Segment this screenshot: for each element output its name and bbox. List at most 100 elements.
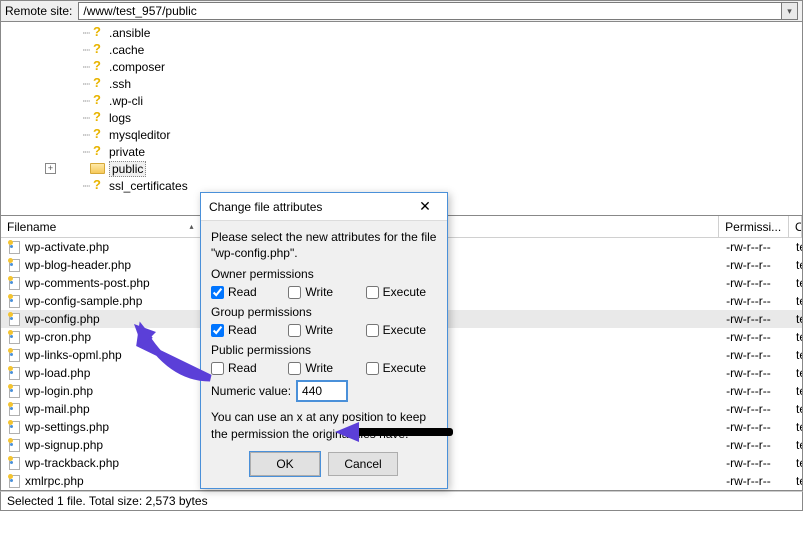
file-permissions: -rw-r--r-- bbox=[720, 258, 790, 272]
tree-item[interactable]: ┈logs bbox=[1, 109, 802, 126]
file-owner: test ww... bbox=[790, 384, 802, 398]
php-file-icon bbox=[7, 330, 21, 344]
file-name: wp-login.php bbox=[25, 384, 93, 398]
folder-open-icon bbox=[90, 163, 105, 174]
dialog-titlebar[interactable]: Change file attributes ✕ bbox=[201, 193, 447, 221]
file-owner: test ww... bbox=[790, 330, 802, 344]
tree-item[interactable]: ┈.wp-cli bbox=[1, 92, 802, 109]
tree-item-label: .wp-cli bbox=[109, 94, 143, 108]
folder-unknown-icon bbox=[91, 112, 105, 124]
remote-path-dropdown[interactable]: ▾ bbox=[782, 2, 798, 20]
file-name: wp-settings.php bbox=[25, 420, 109, 434]
tree-item[interactable]: ┈.ansible bbox=[1, 24, 802, 41]
owner-read-checkbox[interactable]: Read bbox=[211, 285, 282, 299]
folder-unknown-icon bbox=[91, 27, 105, 39]
file-permissions: -rw-r--r-- bbox=[720, 348, 790, 362]
public-write-checkbox[interactable]: Write bbox=[288, 361, 359, 375]
tree-item[interactable]: ┈mysqleditor bbox=[1, 126, 802, 143]
file-permissions: -rw-r--r-- bbox=[720, 366, 790, 380]
remote-tree[interactable]: ┈.ansible┈.cache┈.composer┈.ssh┈.wp-cli┈… bbox=[0, 22, 803, 216]
php-file-icon bbox=[7, 402, 21, 416]
remote-path-input[interactable]: /www/test_957/public bbox=[78, 2, 782, 20]
tree-item[interactable]: ┈.ssh bbox=[1, 75, 802, 92]
folder-unknown-icon bbox=[91, 180, 105, 192]
col-owner[interactable]: Owner/G... bbox=[789, 216, 802, 237]
folder-unknown-icon bbox=[91, 44, 105, 56]
file-name: wp-mail.php bbox=[25, 402, 90, 416]
file-name: wp-config-sample.php bbox=[25, 294, 142, 308]
file-owner: test ww... bbox=[790, 438, 802, 452]
folder-unknown-icon bbox=[91, 61, 105, 73]
folder-unknown-icon bbox=[91, 129, 105, 141]
file-permissions: -rw-r--r-- bbox=[720, 240, 790, 254]
file-name: xmlrpc.php bbox=[25, 474, 84, 488]
dialog-message: Please select the new attributes for the… bbox=[211, 229, 437, 261]
file-owner: test ww... bbox=[790, 312, 802, 326]
file-owner: test ww... bbox=[790, 294, 802, 308]
tree-item-label: public bbox=[109, 161, 146, 177]
ok-button[interactable]: OK bbox=[250, 452, 320, 476]
group-execute-checkbox[interactable]: Execute bbox=[366, 323, 437, 337]
col-permissions[interactable]: Permissi... bbox=[719, 216, 789, 237]
tree-item[interactable]: ┈.cache bbox=[1, 41, 802, 58]
folder-unknown-icon bbox=[91, 146, 105, 158]
file-name: wp-blog-header.php bbox=[25, 258, 131, 272]
php-file-icon bbox=[7, 276, 21, 290]
close-icon[interactable]: ✕ bbox=[411, 197, 439, 217]
php-file-icon bbox=[7, 348, 21, 362]
col-filename[interactable]: Filename ▴ bbox=[1, 216, 201, 237]
file-permissions: -rw-r--r-- bbox=[720, 420, 790, 434]
group-read-checkbox[interactable]: Read bbox=[211, 323, 282, 337]
file-name: wp-comments-post.php bbox=[25, 276, 150, 290]
public-read-checkbox[interactable]: Read bbox=[211, 361, 282, 375]
cancel-button[interactable]: Cancel bbox=[328, 452, 398, 476]
tree-item-label: .ssh bbox=[109, 77, 131, 91]
remote-site-label: Remote site: bbox=[5, 4, 72, 18]
file-permissions: -rw-r--r-- bbox=[720, 456, 790, 470]
file-permissions: -rw-r--r-- bbox=[720, 402, 790, 416]
tree-item-label: .composer bbox=[109, 60, 165, 74]
owner-execute-checkbox[interactable]: Execute bbox=[366, 285, 437, 299]
file-permissions: -rw-r--r-- bbox=[720, 294, 790, 308]
file-name: wp-config.php bbox=[25, 312, 100, 326]
file-owner: test ww... bbox=[790, 420, 802, 434]
file-name: wp-links-opml.php bbox=[25, 348, 122, 362]
file-permissions: -rw-r--r-- bbox=[720, 384, 790, 398]
file-owner: test ww... bbox=[790, 474, 802, 488]
tree-item-label: .ansible bbox=[109, 26, 150, 40]
file-permissions: -rw-r--r-- bbox=[720, 312, 790, 326]
php-file-icon bbox=[7, 258, 21, 272]
public-perms-label: Public permissions bbox=[211, 343, 437, 357]
remote-site-bar: Remote site: /www/test_957/public ▾ bbox=[0, 0, 803, 22]
numeric-value-input[interactable] bbox=[297, 381, 347, 401]
folder-unknown-icon bbox=[91, 95, 105, 107]
file-owner: test ww... bbox=[790, 456, 802, 470]
tree-item-label: ssl_certificates bbox=[109, 179, 188, 193]
php-file-icon bbox=[7, 384, 21, 398]
tree-item[interactable]: ┈.composer bbox=[1, 58, 802, 75]
tree-item-label: .cache bbox=[109, 43, 144, 57]
tree-item-label: logs bbox=[109, 111, 131, 125]
tree-item-label: private bbox=[109, 145, 145, 159]
sort-indicator-icon: ▴ bbox=[189, 222, 193, 231]
public-execute-checkbox[interactable]: Execute bbox=[366, 361, 437, 375]
tree-item[interactable]: ┈private bbox=[1, 143, 802, 160]
dialog-hint: You can use an x at any position to keep… bbox=[211, 409, 437, 441]
file-name: wp-signup.php bbox=[25, 438, 103, 452]
dialog-title: Change file attributes bbox=[209, 200, 411, 214]
group-write-checkbox[interactable]: Write bbox=[288, 323, 359, 337]
expand-icon[interactable]: + bbox=[45, 163, 56, 174]
file-name: wp-cron.php bbox=[25, 330, 91, 344]
owner-write-checkbox[interactable]: Write bbox=[288, 285, 359, 299]
php-file-icon bbox=[7, 312, 21, 326]
php-file-icon bbox=[7, 240, 21, 254]
file-permissions: -rw-r--r-- bbox=[720, 438, 790, 452]
php-file-icon bbox=[7, 366, 21, 380]
file-permissions: -rw-r--r-- bbox=[720, 276, 790, 290]
status-bar: Selected 1 file. Total size: 2,573 bytes bbox=[0, 491, 803, 511]
owner-perms-label: Owner permissions bbox=[211, 267, 437, 281]
file-name: wp-load.php bbox=[25, 366, 90, 380]
tree-item[interactable]: + public bbox=[1, 160, 802, 177]
numeric-value-label: Numeric value: bbox=[211, 384, 291, 398]
php-file-icon bbox=[7, 420, 21, 434]
